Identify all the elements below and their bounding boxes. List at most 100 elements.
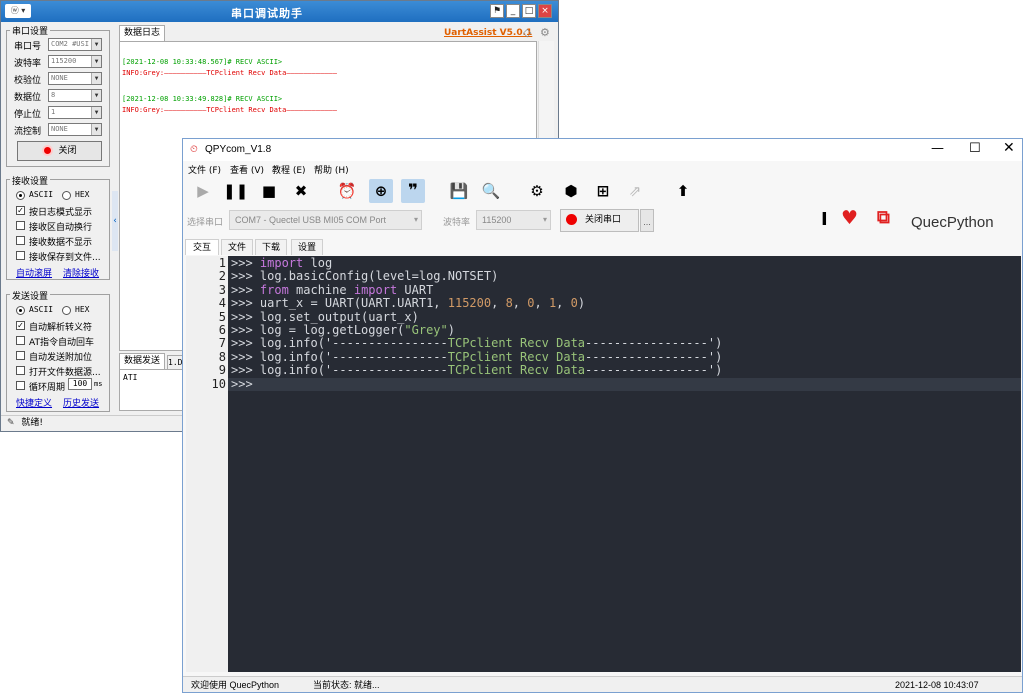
line-number-gutter: 1 2 3 4 5 6 7 8 9 10 (186, 256, 226, 672)
option-checkbox[interactable] (16, 251, 25, 260)
code-token: >>> log.info('---------------- (231, 363, 448, 378)
close-button[interactable]: × (538, 4, 552, 18)
text-cursor-icon: I (821, 209, 828, 230)
code-token: ) (577, 296, 586, 311)
pin-icon[interactable]: ⚑ (490, 4, 504, 18)
clear-receive-link[interactable]: 清除接收 (63, 266, 99, 279)
menu-item[interactable]: 教程 (E) (272, 163, 306, 176)
baud-value: 115200 (482, 215, 512, 225)
code-token: UART (397, 282, 434, 297)
alarm-clock-icon[interactable]: ⏰ (335, 179, 359, 203)
log-body: INFO:Grey:——————————TCPclient Recv Data—… (122, 106, 337, 114)
send-hex-radio[interactable] (62, 306, 71, 315)
menu-item[interactable]: 文件 (F) (188, 163, 221, 176)
option-checkbox[interactable]: ✓ (16, 321, 25, 330)
option-checkbox[interactable] (16, 336, 25, 345)
field-value: NONE (51, 74, 68, 82)
tab-1[interactable]: 文件 (221, 239, 253, 255)
gear-icon[interactable]: ⚙ (525, 179, 549, 203)
log-body: INFO:Grey:——————————TCPclient Recv Data—… (122, 69, 337, 77)
tab-0[interactable]: 交互 (185, 239, 219, 255)
package-icon[interactable]: ⬢ (559, 179, 583, 203)
code-token: , (512, 296, 528, 311)
option-checkbox[interactable]: ✓ (16, 206, 25, 215)
diamond-icon[interactable]: ◇ (523, 26, 531, 39)
search-icon[interactable]: 🔍 (479, 179, 503, 203)
tab-2[interactable]: 下载 (255, 239, 287, 255)
minimize-icon[interactable]: — (931, 141, 944, 156)
log-scrollbar[interactable] (538, 41, 554, 141)
field-select[interactable]: NONE ▼ (48, 123, 102, 136)
option-checkbox[interactable] (16, 221, 25, 230)
save-icon[interactable]: 💾 (447, 179, 471, 203)
code-line: >>> log.set_output(uart_x) (231, 310, 419, 324)
code-token: >>> log.info('---------------- (231, 336, 448, 351)
code-token: log (303, 256, 333, 270)
send-input[interactable]: ATI (119, 369, 183, 411)
send-hex-label: HEX (75, 305, 90, 314)
pause-icon[interactable]: ❚❚ (223, 179, 248, 203)
settings-icon[interactable]: ⚙ (540, 26, 550, 39)
dropdown-arrow-icon: ▼ (91, 39, 101, 50)
menu-item[interactable]: 查看 (V) (230, 163, 264, 176)
history-link[interactable]: 历史发送 (63, 396, 99, 409)
baud-select[interactable]: 115200 ▾ (476, 210, 551, 230)
code-token: 115200 (447, 296, 492, 311)
close-port-button[interactable]: 关闭 (17, 141, 102, 161)
editor-area[interactable]: 1 2 3 4 5 6 7 8 9 10 >>> import log >>> log.basicC… (186, 256, 1021, 672)
collapse-arrow-icon[interactable]: ‹ (112, 191, 118, 251)
heart-icon[interactable]: ♥ (841, 207, 858, 229)
upload-icon[interactable]: ⬆ (671, 179, 695, 203)
auto-scroll-icon[interactable]: ⊕ (369, 179, 393, 203)
minimize-button[interactable]: _ (506, 4, 520, 18)
close-icon[interactable]: ✕ (1003, 140, 1015, 156)
field-select[interactable]: 1 ▼ (48, 106, 102, 119)
field-value: NONE (51, 125, 68, 133)
export-icon[interactable]: ⇗ (623, 179, 647, 203)
code-token: >>> log.info('---------------- (231, 349, 448, 364)
option-label: 接收数据不显示 (29, 238, 93, 248)
quote-icon[interactable]: ❞ (401, 179, 425, 203)
field-select[interactable]: 8 ▼ (48, 89, 102, 102)
menu-item[interactable]: 帮助 (H) (314, 163, 349, 176)
option-checkbox[interactable] (16, 351, 25, 360)
option-label: 自动发送附加位 (29, 353, 93, 363)
code-token: >>> log.set_output(uart_x) (231, 309, 419, 324)
maximize-icon[interactable]: ☐ (969, 141, 981, 156)
run-icon[interactable]: ▶ (191, 179, 215, 203)
code-token: >>> log = log.getLogger( (231, 323, 405, 337)
auto-scroll-link[interactable]: 自动滚屏 (16, 266, 52, 279)
status-text: 就绪! (21, 418, 44, 428)
state-text: 当前状态: 就绪... (313, 680, 380, 690)
code-token: import (259, 256, 304, 270)
field-value: COM2 #USI (51, 40, 89, 48)
option-checkbox[interactable] (16, 381, 25, 390)
code-line: >>> log.info('----------------TCPclient … (231, 336, 722, 350)
field-select[interactable]: 115200 ▼ (48, 55, 102, 68)
shortcut-link[interactable]: 快捷定义 (16, 396, 52, 409)
option-checkbox[interactable] (16, 236, 25, 245)
more-button[interactable]: ... (640, 209, 654, 232)
field-label: 波特率 (14, 59, 42, 69)
brand-link[interactable]: UartAssist V5.0.1 (444, 28, 532, 38)
send-ascii-radio[interactable] (16, 306, 25, 315)
option-checkbox[interactable] (16, 366, 25, 375)
code-console[interactable]: >>> import log >>> log.basicConfig(level=… (228, 256, 1021, 672)
stop-icon[interactable]: ■ (257, 179, 281, 203)
port-select[interactable]: COM7 - Quectel USB MI05 COM Port ▾ (229, 210, 422, 230)
close-port-toggle[interactable]: 关闭串口 (560, 209, 639, 232)
recv-hex-radio[interactable] (62, 191, 71, 200)
maximize-button[interactable]: □ (522, 4, 536, 18)
send-tab[interactable]: 数据发送 (119, 353, 165, 369)
add-icon[interactable]: ⊞ (591, 179, 615, 203)
recv-ascii-radio[interactable] (16, 191, 25, 200)
tab-3[interactable]: 设置 (291, 239, 323, 255)
cycle-input[interactable]: 100 (68, 378, 92, 390)
field-select[interactable]: COM2 #USI ▼ (48, 38, 102, 51)
system-menu-button[interactable]: ⓦ ▾ (5, 4, 31, 18)
field-select[interactable]: NONE ▼ (48, 72, 102, 85)
log-tab[interactable]: 数据日志 (119, 25, 165, 41)
send-tab-2[interactable]: 1.D (167, 355, 183, 369)
clear-icon[interactable]: ✖ (289, 179, 313, 203)
code-token: 0 (570, 296, 578, 311)
